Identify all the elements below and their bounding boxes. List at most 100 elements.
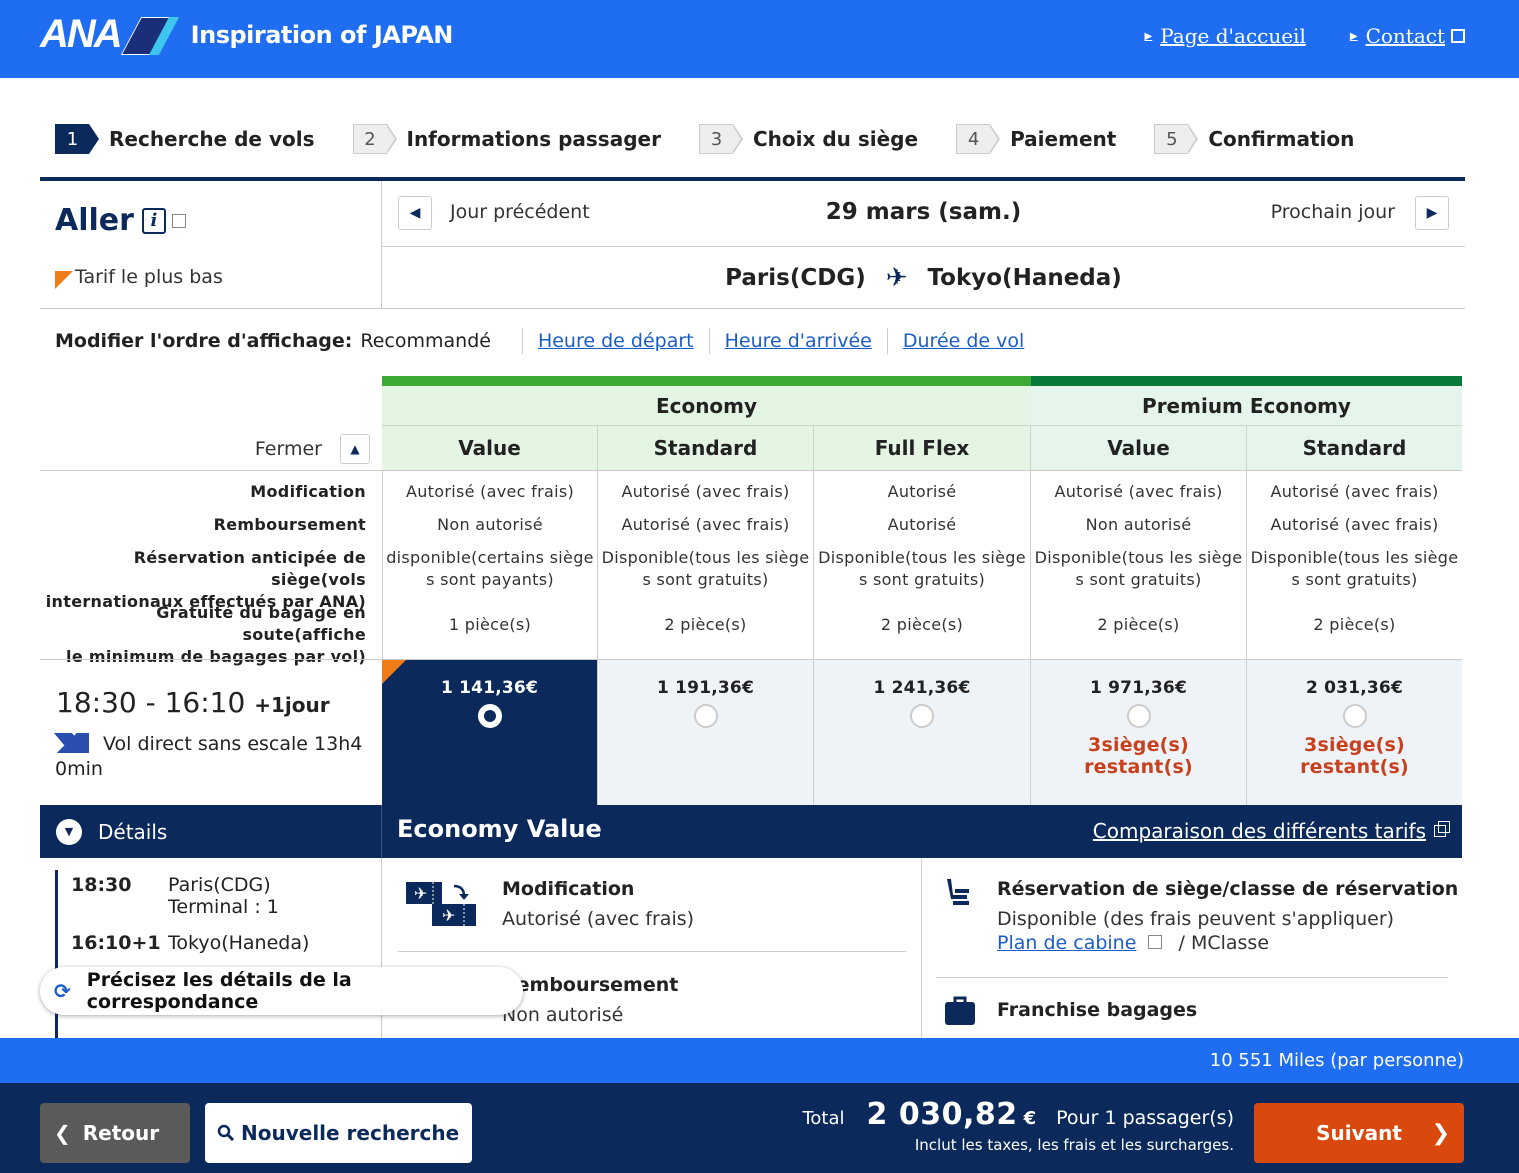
next-day-button[interactable]: ▶ bbox=[1415, 196, 1449, 230]
step-label: Paiement bbox=[1010, 127, 1117, 151]
chevron-right-icon: ❯ bbox=[1431, 1120, 1450, 1146]
segment-time: 18:30 bbox=[71, 874, 132, 896]
seats-remaining: 3siège(s) restant(s) bbox=[1084, 734, 1193, 778]
modification-value: Autorisé bbox=[887, 482, 957, 501]
baggage-value: 2 pièce(s) bbox=[1097, 615, 1180, 634]
next-day-label[interactable]: Prochain jour bbox=[1271, 201, 1395, 223]
sort-arrival-link[interactable]: Heure d'arrivée bbox=[725, 330, 872, 352]
condition-title: Réservation de siège/classe de réservati… bbox=[997, 878, 1459, 900]
next-button[interactable]: Suivant ❯ bbox=[1254, 1103, 1464, 1163]
fare-attributes-premium-value: Autorisé (avec frais) Non autorisé Dispo… bbox=[1031, 471, 1247, 660]
condition-value: Autorisé (avec frais) bbox=[502, 908, 695, 930]
sort-current: Recommandé bbox=[360, 330, 491, 352]
chevron-left-icon: ❮ bbox=[54, 1121, 71, 1145]
chevron-down-icon: ▼ bbox=[56, 818, 82, 845]
day-navigation: ◀ Jour précédent 29 mars (sam.) Prochain… bbox=[382, 181, 1465, 247]
collapse-button[interactable]: ▲ bbox=[340, 433, 370, 464]
condition-title: Remboursement bbox=[502, 974, 679, 996]
seats-remaining: 3siège(s) restant(s) bbox=[1300, 734, 1409, 778]
step-number: 3 bbox=[698, 124, 743, 154]
segment-place: Paris(CDG) Terminal : 1 bbox=[168, 874, 279, 918]
contact-link-label: Contact bbox=[1365, 24, 1445, 48]
triangle-right-icon: ▶ bbox=[1144, 30, 1153, 42]
fare-attributes-premium-standard: Autorisé (avec frais) Autorisé (avec fra… bbox=[1247, 471, 1462, 660]
seat-line: Disponible(tous les siège bbox=[818, 548, 1026, 567]
modification-value: Autorisé (avec frais) bbox=[1054, 482, 1223, 501]
divider bbox=[921, 858, 922, 1038]
new-window-icon bbox=[1434, 821, 1450, 837]
step-label: Recherche de vols bbox=[109, 127, 315, 151]
label-modification: Modification bbox=[250, 482, 366, 501]
fare-radio[interactable] bbox=[477, 704, 502, 728]
fare-radio[interactable] bbox=[910, 704, 934, 728]
connection-details-button[interactable]: ⟳ Précisez les détails de la corresponda… bbox=[40, 967, 523, 1015]
compare-fares-link[interactable]: Comparaison des différents tarifs bbox=[1093, 819, 1450, 843]
label-line: Gratuité du bagage en soute(affiche bbox=[156, 603, 366, 644]
destination: Tokyo(Haneda) bbox=[927, 264, 1122, 291]
step-label: Choix du siège bbox=[752, 127, 919, 151]
triangle-up-icon: ▲ bbox=[350, 441, 360, 456]
seat-value: Disponible(tous les siège s sont gratuits… bbox=[814, 547, 1030, 591]
baggage-value: 2 pièce(s) bbox=[664, 615, 747, 634]
attribute-labels: Modification Remboursement Réservation a… bbox=[40, 471, 366, 666]
bottom-bar: ❮ Retour Nouvelle recherche Total 2 030,… bbox=[0, 1083, 1519, 1173]
route: Paris(CDG) ✈ Tokyo(Haneda) bbox=[382, 247, 1465, 309]
flight-description: Vol direct sans escale 13h4 0min bbox=[55, 732, 375, 782]
passenger-count: Pour 1 passager(s) bbox=[1056, 1107, 1234, 1129]
info-icon[interactable]: i bbox=[141, 207, 166, 234]
fare-option-premium-standard[interactable]: 2 031,36€ 3siège(s) restant(s) bbox=[1247, 660, 1462, 805]
flight-description-line: Vol direct sans escale 13h4 bbox=[103, 733, 363, 755]
seat-icon bbox=[947, 879, 969, 905]
details-toggle[interactable]: ▼ Détails bbox=[40, 805, 382, 858]
fare-radio[interactable] bbox=[1342, 704, 1367, 728]
date-route-panel: ◀ Jour précédent 29 mars (sam.) Prochain… bbox=[382, 181, 1465, 309]
new-search-button[interactable]: Nouvelle recherche bbox=[205, 1103, 472, 1163]
home-link[interactable]: ▶ Page d'accueil bbox=[1145, 24, 1306, 48]
ana-tail-icon bbox=[55, 733, 89, 753]
triangle-right-icon: ▶ bbox=[1349, 30, 1358, 42]
progress-steps: 1 Recherche de vols 2 Informations passa… bbox=[55, 124, 1392, 154]
fare-radio[interactable] bbox=[693, 704, 718, 728]
collapse-label: Fermer bbox=[254, 437, 322, 460]
seat-value: Disponible(tous les siège s sont gratuits… bbox=[1031, 547, 1246, 591]
fare-option-economy-value[interactable]: 1 141,36€ bbox=[382, 660, 598, 805]
cabin-header-economy: Economy bbox=[382, 386, 1031, 426]
divider bbox=[936, 977, 1448, 978]
total-line: Total 2 030,82 € Pour 1 passager(s) bbox=[802, 1097, 1234, 1132]
step-label: Confirmation bbox=[1208, 127, 1355, 151]
external-link-icon bbox=[171, 213, 186, 228]
economy-color-bar bbox=[382, 376, 1031, 386]
ana-logo[interactable]: ANA Inspiration of JAPAN bbox=[40, 12, 453, 57]
refund-value: Autorisé bbox=[887, 515, 957, 534]
fare-header-economy-value: Value bbox=[382, 426, 598, 471]
condition-seat: Réservation de siège/classe de réservati… bbox=[997, 878, 1458, 954]
logo-tagline: Inspiration of JAPAN bbox=[190, 20, 454, 49]
sort-duration-link[interactable]: Durée de vol bbox=[903, 330, 1024, 352]
seat-line: s sont gratuits) bbox=[1075, 570, 1202, 589]
sort-departure-link[interactable]: Heure de départ bbox=[538, 330, 694, 352]
top-bar: ANA Inspiration of JAPAN ▶ Page d'accueil… bbox=[0, 0, 1519, 78]
lowest-fare-marker-icon bbox=[55, 271, 73, 289]
direction-title: Aller i bbox=[55, 203, 186, 238]
fare-radio[interactable] bbox=[1126, 704, 1151, 728]
cabin-plan-link[interactable]: Plan de cabine bbox=[997, 932, 1136, 954]
seat-line: s sont gratuits) bbox=[642, 570, 769, 589]
contact-link[interactable]: ▶ Contact bbox=[1350, 24, 1465, 48]
collapse-toggle[interactable]: Fermer ▲ bbox=[40, 426, 370, 471]
airplane-icon: ✈ bbox=[885, 262, 908, 293]
fare-option-economy-full-flex[interactable]: 1 241,36€ bbox=[814, 660, 1031, 805]
condition-title: Franchise bagages bbox=[997, 999, 1198, 1021]
back-button[interactable]: ❮ Retour bbox=[40, 1103, 190, 1163]
fare-option-premium-value[interactable]: 1 971,36€ 3siège(s) restant(s) bbox=[1031, 660, 1247, 805]
fare-option-economy-standard[interactable]: 1 191,36€ bbox=[598, 660, 814, 805]
step-number: 1 bbox=[55, 124, 99, 154]
condition-baggage: Franchise bagages bbox=[997, 999, 1197, 1021]
cabin-plan-row: Plan de cabine / MClasse bbox=[997, 932, 1458, 954]
flight-description-line: 0min bbox=[55, 758, 103, 780]
total-summary: Total 2 030,82 € Pour 1 passager(s) Incl… bbox=[802, 1097, 1234, 1154]
premium-economy-color-bar bbox=[1031, 376, 1462, 386]
label-refund: Remboursement bbox=[213, 515, 366, 534]
fare-header-economy-standard: Standard bbox=[598, 426, 814, 471]
seat-line: s sont gratuits) bbox=[858, 570, 986, 589]
origin: Paris(CDG) bbox=[725, 264, 866, 291]
